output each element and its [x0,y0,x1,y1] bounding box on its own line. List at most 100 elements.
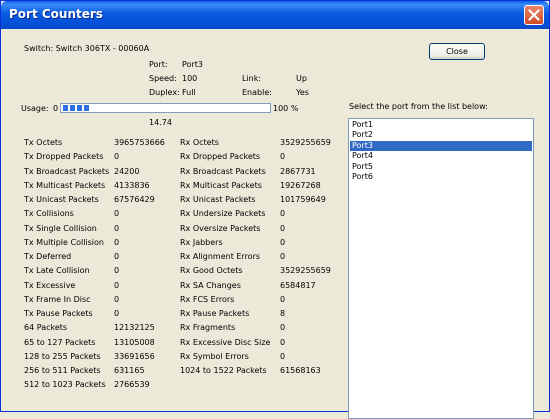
progress-segment [63,105,68,111]
rx-counter-label: Rx Oversize Packets [180,223,261,233]
tx-counter-value: 0 [114,309,120,318]
dialog-body: Switch: Switch 306TX - 00060A Port: Port… [4,29,546,419]
rx-counter-value: 0 [280,209,286,219]
tx-counter-label: 64 Packets [24,323,68,333]
tx-counter-value: 0 [114,294,120,304]
tx-counter-label: Tx Octets [24,138,63,147]
rx-counter-value: 0 [280,223,286,233]
rx-counter-value: 6584817 [280,280,316,290]
tx-counter-value: 0 [114,152,120,162]
tx-counter-value: 33691656 [114,351,155,361]
tx-counter-label: 512 to 1023 Packets [24,380,106,390]
rx-counter-label: Rx Fragments [180,323,236,333]
rx-counter-value: 3529255659 [280,138,331,147]
rx-counter-value: 0 [280,351,286,361]
rx-counter-label: Rx FCS Errors [180,294,235,304]
tx-counter-value: 4133836 [114,180,150,190]
port-list-item[interactable]: Port4 [350,151,532,161]
port-list-item[interactable]: Port5 [350,162,532,172]
tx-counter-label: Tx Dropped Packets [24,152,104,162]
port-list-label: Select the port from the list below: [349,102,488,111]
rx-counter-label: Rx Unicast Packets [180,195,256,204]
usage-progress-bar [60,103,271,113]
usage-label: Usage: [21,104,49,113]
rx-counter-value: 0 [280,237,286,247]
link-label: Link: [242,74,262,83]
tx-counter-label: 128 to 255 Packets [24,351,101,361]
enable-value: Yes [296,88,309,97]
tx-counter-value: 0 [114,280,120,290]
port-counters-window: Port Counters Switch: Switch 306TX - 000… [0,0,550,419]
tx-counter-value: 0 [114,252,120,261]
rx-counter-label: Rx Dropped Packets [180,152,261,162]
tx-counter-value: 2766539 [114,380,150,390]
duplex-value: Full [182,88,196,97]
close-icon [528,9,540,21]
rx-counter-label: Rx Undersize Packets [180,209,266,219]
rx-counter-value: 0 [280,294,286,304]
tx-counter-label: Tx Late Collision [24,266,90,276]
tx-counter-label: Tx Excessive [24,280,76,290]
speed-value: 100 [182,74,198,83]
tx-counter-value: 13105008 [114,337,155,347]
tx-counter-label: Tx Unicast Packets [24,195,99,204]
rx-counter-value: 61568163 [280,366,321,375]
port-list-item[interactable]: Port6 [350,172,532,182]
tx-counter-value: 0 [114,237,120,247]
rx-counter-label: Rx Symbol Errors [180,351,249,361]
close-button[interactable]: Close [429,43,485,60]
tx-counter-value: 12132125 [114,323,155,333]
usage-max-label: 100 % [273,104,299,113]
rx-counter-value: 0 [280,252,286,261]
tx-counter-value: 0 [114,223,120,233]
link-value: Up [296,74,307,83]
rx-counter-value: 2867731 [280,166,316,176]
rx-counter-value: 0 [280,152,286,162]
window-title: Port Counters [9,7,103,21]
port-label: Port: [149,60,168,69]
rx-counter-label: Rx Alignment Errors [180,252,261,261]
rx-counter-label: Rx Good Octets [180,266,243,276]
tx-counter-label: Tx Multiple Collision [24,237,104,247]
close-window-button[interactable] [524,5,544,25]
port-value: Port3 [182,60,203,69]
duplex-label: Duplex: [149,88,180,97]
tx-counter-label: 65 to 127 Packets [24,337,96,347]
progress-segment [77,105,82,111]
tx-counter-value: 631165 [114,366,145,375]
rx-counter-value: 0 [280,323,286,333]
port-listbox[interactable]: Port1 Port2 Port3 Port4 Port5 Port6 [348,118,534,419]
usage-value: 14.74 [149,118,172,127]
tx-counter-label: Tx Deferred [24,252,72,261]
tx-counter-value: 0 [114,209,120,219]
rx-counter-label: 1024 to 1522 Packets [180,366,267,375]
tx-counter-label: Tx Multicast Packets [24,180,106,190]
rx-counter-label: Rx Excessive Disc Size [180,337,271,347]
tx-counter-label: Tx Collisions [24,209,74,219]
tx-counter-value: 24200 [114,166,140,176]
rx-counter-label: Rx Broadcast Packets [180,166,266,176]
progress-segment [70,105,75,111]
enable-label: Enable: [242,88,272,97]
rx-counter-label: Rx Multicast Packets [180,180,262,190]
tx-counter-value: 3965753666 [114,138,165,147]
rx-counter-value: 8 [280,309,286,318]
port-list-item[interactable]: Port2 [350,130,532,140]
tx-counter-label: Tx Single Collision [24,223,97,233]
tx-counter-value: 67576429 [114,195,155,204]
tx-counter-label: Tx Broadcast Packets [24,166,110,176]
rx-counter-label: Rx Jabbers [180,237,223,247]
port-list-item[interactable]: Port1 [350,120,532,130]
speed-label: Speed: [149,74,177,83]
rx-counter-value: 101759649 [280,195,326,204]
port-list-item[interactable]: Port3 [350,140,532,151]
rx-counter-label: Rx SA Changes [180,280,241,290]
progress-segment [84,105,89,111]
rx-counter-label: Rx Octets [180,138,219,147]
tx-counter-label: Tx Frame In Disc [24,294,91,304]
usage-min-label: 0 [53,104,59,113]
switch-label: Switch: Switch 306TX - 00060A [24,44,150,53]
title-bar[interactable]: Port Counters [1,1,549,29]
tx-counter-value: 0 [114,266,120,276]
rx-counter-value: 3529255659 [280,266,331,276]
